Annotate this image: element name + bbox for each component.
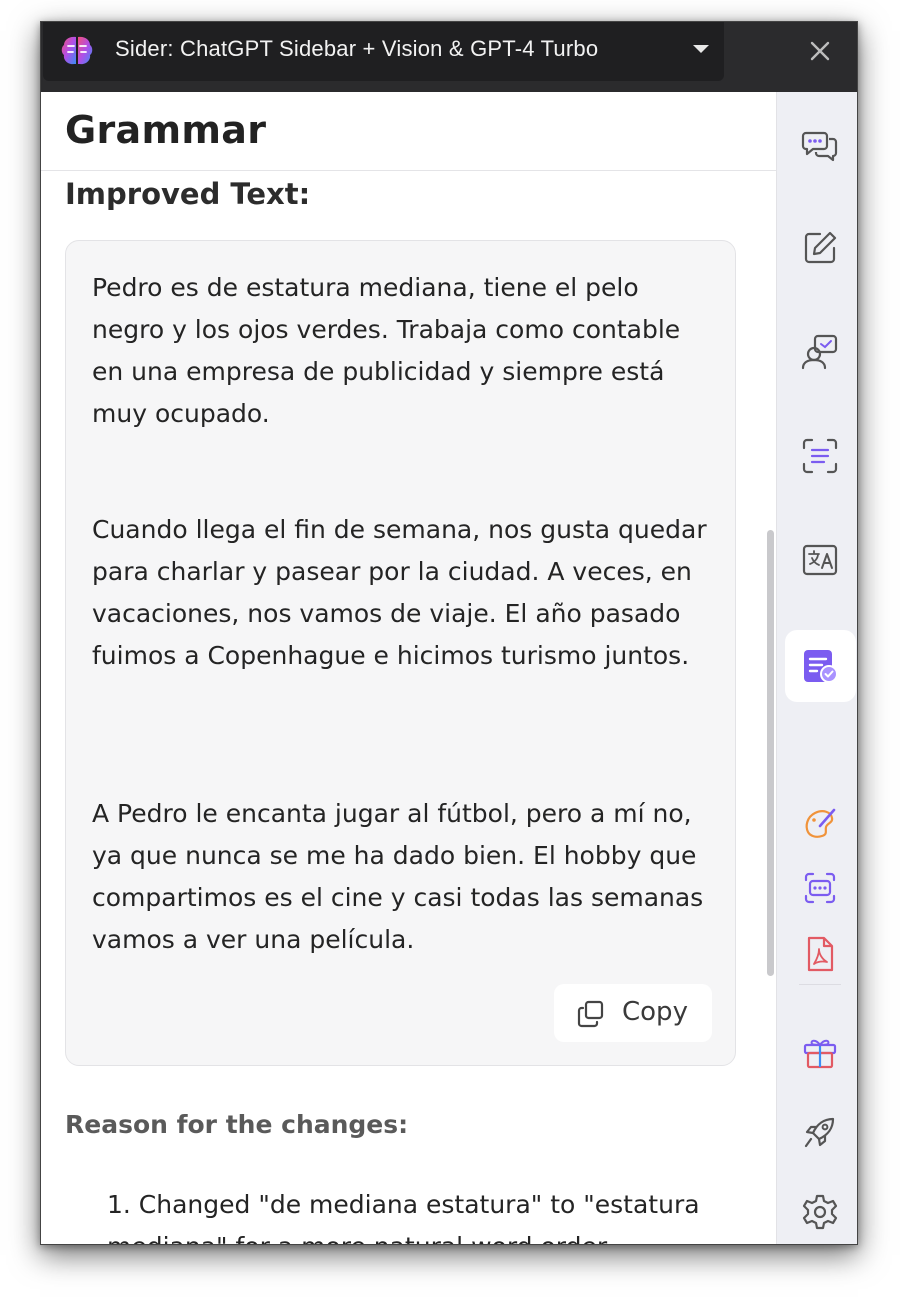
improved-text-box: Pedro es de estatura mediana, tiene el p… [65,240,736,1066]
rail-divider [799,984,841,985]
scrollbar-thumb[interactable] [767,530,774,976]
rail-rocket-button[interactable] [785,1096,856,1168]
grammar-icon [804,650,838,683]
art-brush-icon [805,808,836,838]
improved-paragraph: Cuando llega el fin de semana, nos gusta… [92,515,707,670]
rail-ocr-button[interactable] [785,420,856,492]
improved-text-heading: Improved Text: [65,177,311,211]
rail-pdf-button[interactable] [785,918,856,990]
sider-brain-logo-icon [61,36,93,65]
rail-write-button[interactable] [785,212,856,284]
rail-settings-button[interactable] [785,1176,856,1244]
rail-gift-button[interactable] [785,1016,856,1088]
tab-title: Sider: ChatGPT Sidebar + Vision & GPT-4 … [115,36,599,61]
chat-icon [801,131,838,162]
close-icon[interactable] [807,38,833,64]
rocket-icon [804,1117,835,1148]
improved-paragraph: Pedro es de estatura mediana, tiene el p… [92,273,681,428]
write-icon [804,231,837,264]
reason-heading: Reason for the changes: [65,1110,409,1139]
rail-grammar-button[interactable] [785,630,856,702]
caret-down-icon[interactable] [693,45,709,53]
reason-list-item: 1. Changed "de mediana estatura" to "est… [107,1190,700,1244]
copy-button[interactable]: Copy [554,984,712,1042]
improved-paragraph: A Pedro le encanta jugar al fútbol, pero… [92,799,704,954]
chatbot-icon [804,872,836,904]
translate-icon [802,544,838,576]
rail-ask-button[interactable] [785,316,856,388]
copy-label: Copy [622,997,688,1027]
rail-translate-button[interactable] [785,524,856,596]
ocr-scan-icon [802,438,838,474]
grammar-panel: Grammar Improved Text: Pedro es de estat… [41,92,776,1244]
panel-header: Grammar [41,92,776,171]
gift-icon [803,1039,837,1069]
extension-tab[interactable]: Sider: ChatGPT Sidebar + Vision & GPT-4 … [43,22,724,81]
rail-chatbot-button[interactable] [785,854,856,926]
copy-icon [577,1000,604,1028]
settings-icon [802,1194,838,1230]
titlebar: Sider: ChatGPT Sidebar + Vision & GPT-4 … [41,22,857,92]
rail-art-button[interactable] [785,788,856,860]
rail-chat-button[interactable] [785,110,856,182]
ask-icon [801,334,838,370]
pdf-icon [807,936,834,972]
page-title: Grammar [65,108,267,152]
browser-window: Sider: ChatGPT Sidebar + Vision & GPT-4 … [40,21,858,1245]
tool-rail [776,92,857,1244]
